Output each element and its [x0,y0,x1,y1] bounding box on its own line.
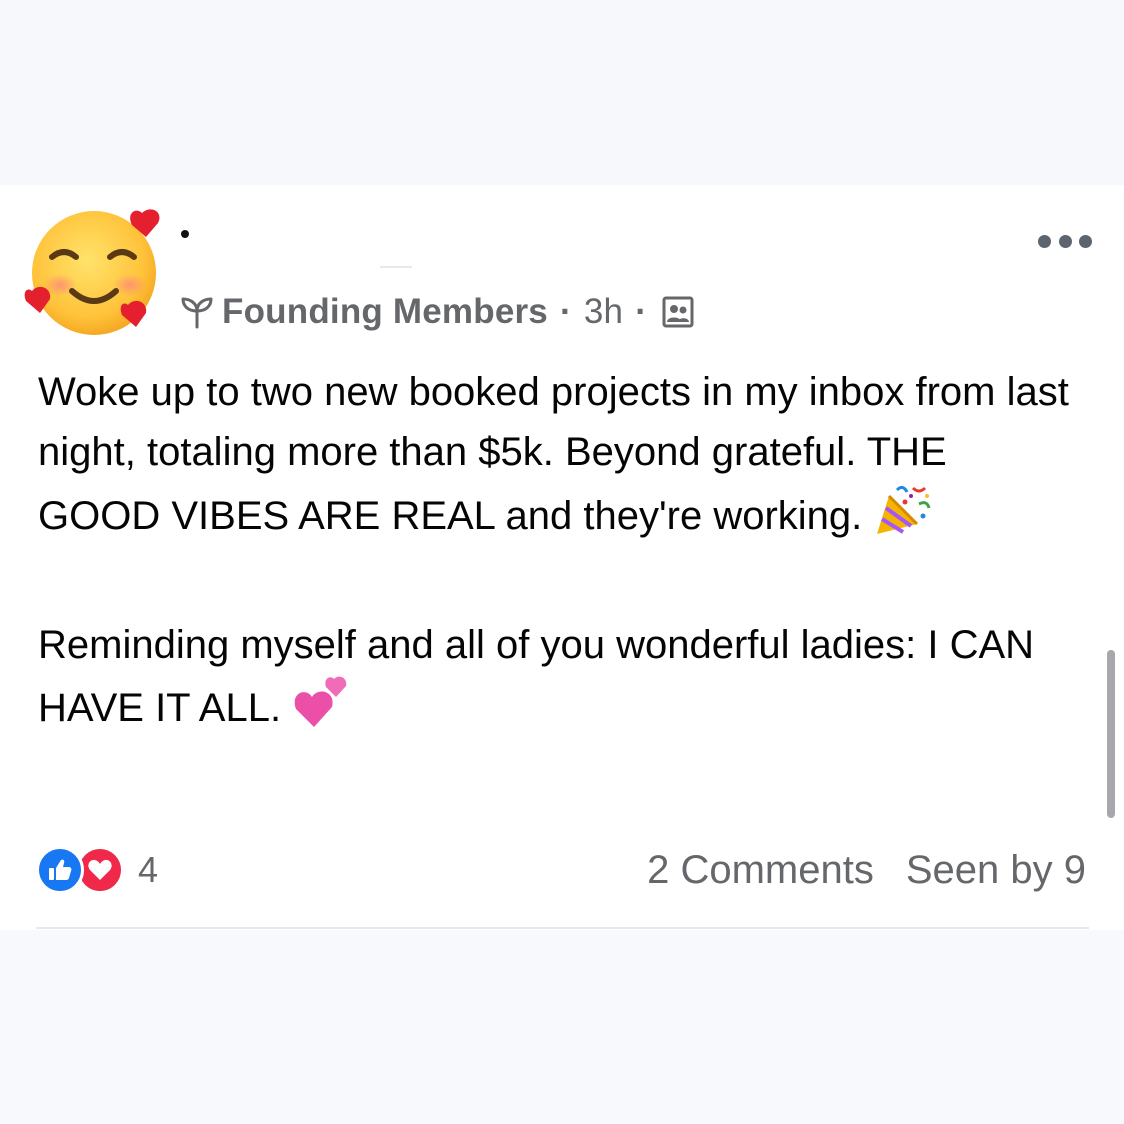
author-name-faded [380,266,412,268]
post-divider [36,927,1089,929]
bottom-background [0,930,1124,1124]
like-reaction-icon [36,846,84,894]
author-name[interactable] [181,230,189,238]
seen-by-link[interactable]: Seen by 9 [906,848,1086,893]
scrollbar-thumb[interactable] [1107,650,1115,818]
more-options-button[interactable] [1038,230,1092,252]
meta-separator: · [559,292,572,331]
reactions-summary[interactable]: 4 [36,845,158,895]
more-dot [1038,234,1051,248]
post-text: Reminding myself and all of you wonderfu… [38,623,1035,731]
post-meta: Founding Members · 3h · [180,290,695,334]
party-popper-icon [873,482,933,555]
post-stats: 2 Comments Seen by 9 [647,845,1086,895]
more-dot [1058,234,1072,248]
post-body: Woke up to two new booked projects in my… [38,362,1078,746]
two-hearts-icon [292,675,348,746]
comments-count-link[interactable]: 2 Comments [647,848,874,893]
post-timestamp[interactable]: 3h [584,292,623,332]
meta-separator: · [635,292,648,331]
sprout-icon [181,297,213,329]
reaction-count: 4 [138,849,159,890]
top-background [0,0,1124,185]
post-paragraph: Woke up to two new booked projects in my… [38,362,1078,555]
group-name-link[interactable]: Founding Members [222,292,548,332]
more-dot [1079,234,1092,248]
smiling-face-with-hearts-icon[interactable] [22,205,164,340]
post-paragraph: Reminding myself and all of you wonderfu… [38,615,1078,746]
group-members-icon[interactable] [661,295,695,329]
